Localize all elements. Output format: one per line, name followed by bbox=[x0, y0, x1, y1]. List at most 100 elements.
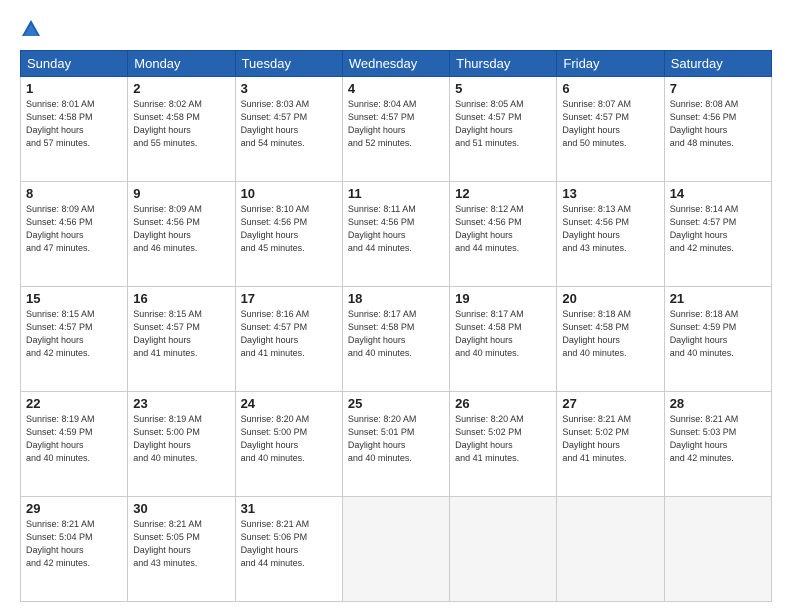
day-number: 10 bbox=[241, 186, 337, 201]
day-number: 2 bbox=[133, 81, 229, 96]
day-number: 8 bbox=[26, 186, 122, 201]
calendar-cell: 13 Sunrise: 8:13 AM Sunset: 4:56 PM Dayl… bbox=[557, 182, 664, 287]
calendar-cell: 21 Sunrise: 8:18 AM Sunset: 4:59 PM Dayl… bbox=[664, 287, 771, 392]
day-number: 15 bbox=[26, 291, 122, 306]
weekday-header-friday: Friday bbox=[557, 51, 664, 77]
weekday-header-saturday: Saturday bbox=[664, 51, 771, 77]
day-number: 31 bbox=[241, 501, 337, 516]
calendar-cell: 11 Sunrise: 8:11 AM Sunset: 4:56 PM Dayl… bbox=[342, 182, 449, 287]
weekday-header-thursday: Thursday bbox=[450, 51, 557, 77]
calendar-cell: 23 Sunrise: 8:19 AM Sunset: 5:00 PM Dayl… bbox=[128, 392, 235, 497]
calendar-cell: 27 Sunrise: 8:21 AM Sunset: 5:02 PM Dayl… bbox=[557, 392, 664, 497]
day-info: Sunrise: 8:15 AM Sunset: 4:57 PM Dayligh… bbox=[26, 309, 95, 358]
day-info: Sunrise: 8:21 AM Sunset: 5:03 PM Dayligh… bbox=[670, 414, 739, 463]
day-info: Sunrise: 8:21 AM Sunset: 5:05 PM Dayligh… bbox=[133, 519, 202, 568]
day-number: 24 bbox=[241, 396, 337, 411]
day-info: Sunrise: 8:03 AM Sunset: 4:57 PM Dayligh… bbox=[241, 99, 310, 148]
day-number: 19 bbox=[455, 291, 551, 306]
calendar-cell: 18 Sunrise: 8:17 AM Sunset: 4:58 PM Dayl… bbox=[342, 287, 449, 392]
week-row-5: 29 Sunrise: 8:21 AM Sunset: 5:04 PM Dayl… bbox=[21, 497, 772, 602]
week-row-4: 22 Sunrise: 8:19 AM Sunset: 4:59 PM Dayl… bbox=[21, 392, 772, 497]
calendar-table: SundayMondayTuesdayWednesdayThursdayFrid… bbox=[20, 50, 772, 602]
weekday-header-tuesday: Tuesday bbox=[235, 51, 342, 77]
day-number: 3 bbox=[241, 81, 337, 96]
week-row-1: 1 Sunrise: 8:01 AM Sunset: 4:58 PM Dayli… bbox=[21, 77, 772, 182]
day-number: 25 bbox=[348, 396, 444, 411]
day-info: Sunrise: 8:11 AM Sunset: 4:56 PM Dayligh… bbox=[348, 204, 416, 253]
calendar-cell: 22 Sunrise: 8:19 AM Sunset: 4:59 PM Dayl… bbox=[21, 392, 128, 497]
day-number: 27 bbox=[562, 396, 658, 411]
logo-icon bbox=[20, 18, 42, 40]
header bbox=[20, 18, 772, 40]
calendar-cell: 15 Sunrise: 8:15 AM Sunset: 4:57 PM Dayl… bbox=[21, 287, 128, 392]
page: SundayMondayTuesdayWednesdayThursdayFrid… bbox=[0, 0, 792, 612]
calendar-cell: 29 Sunrise: 8:21 AM Sunset: 5:04 PM Dayl… bbox=[21, 497, 128, 602]
day-number: 23 bbox=[133, 396, 229, 411]
calendar-cell: 3 Sunrise: 8:03 AM Sunset: 4:57 PM Dayli… bbox=[235, 77, 342, 182]
calendar-cell bbox=[342, 497, 449, 602]
day-number: 18 bbox=[348, 291, 444, 306]
day-number: 29 bbox=[26, 501, 122, 516]
day-info: Sunrise: 8:14 AM Sunset: 4:57 PM Dayligh… bbox=[670, 204, 739, 253]
day-info: Sunrise: 8:19 AM Sunset: 4:59 PM Dayligh… bbox=[26, 414, 95, 463]
day-info: Sunrise: 8:21 AM Sunset: 5:06 PM Dayligh… bbox=[241, 519, 310, 568]
calendar-cell: 31 Sunrise: 8:21 AM Sunset: 5:06 PM Dayl… bbox=[235, 497, 342, 602]
day-number: 20 bbox=[562, 291, 658, 306]
day-number: 4 bbox=[348, 81, 444, 96]
calendar-cell: 17 Sunrise: 8:16 AM Sunset: 4:57 PM Dayl… bbox=[235, 287, 342, 392]
day-info: Sunrise: 8:18 AM Sunset: 4:58 PM Dayligh… bbox=[562, 309, 631, 358]
day-info: Sunrise: 8:09 AM Sunset: 4:56 PM Dayligh… bbox=[133, 204, 202, 253]
calendar-cell: 10 Sunrise: 8:10 AM Sunset: 4:56 PM Dayl… bbox=[235, 182, 342, 287]
day-number: 13 bbox=[562, 186, 658, 201]
day-number: 9 bbox=[133, 186, 229, 201]
day-info: Sunrise: 8:21 AM Sunset: 5:02 PM Dayligh… bbox=[562, 414, 631, 463]
day-info: Sunrise: 8:10 AM Sunset: 4:56 PM Dayligh… bbox=[241, 204, 310, 253]
day-number: 21 bbox=[670, 291, 766, 306]
day-info: Sunrise: 8:17 AM Sunset: 4:58 PM Dayligh… bbox=[348, 309, 417, 358]
calendar-cell: 20 Sunrise: 8:18 AM Sunset: 4:58 PM Dayl… bbox=[557, 287, 664, 392]
calendar-cell: 25 Sunrise: 8:20 AM Sunset: 5:01 PM Dayl… bbox=[342, 392, 449, 497]
calendar-cell: 2 Sunrise: 8:02 AM Sunset: 4:58 PM Dayli… bbox=[128, 77, 235, 182]
day-number: 16 bbox=[133, 291, 229, 306]
day-info: Sunrise: 8:20 AM Sunset: 5:00 PM Dayligh… bbox=[241, 414, 310, 463]
calendar-cell: 7 Sunrise: 8:08 AM Sunset: 4:56 PM Dayli… bbox=[664, 77, 771, 182]
logo bbox=[20, 18, 46, 40]
day-number: 5 bbox=[455, 81, 551, 96]
day-info: Sunrise: 8:07 AM Sunset: 4:57 PM Dayligh… bbox=[562, 99, 631, 148]
day-info: Sunrise: 8:15 AM Sunset: 4:57 PM Dayligh… bbox=[133, 309, 202, 358]
calendar-cell: 26 Sunrise: 8:20 AM Sunset: 5:02 PM Dayl… bbox=[450, 392, 557, 497]
calendar-cell: 19 Sunrise: 8:17 AM Sunset: 4:58 PM Dayl… bbox=[450, 287, 557, 392]
calendar-cell bbox=[664, 497, 771, 602]
day-info: Sunrise: 8:08 AM Sunset: 4:56 PM Dayligh… bbox=[670, 99, 739, 148]
weekday-header-wednesday: Wednesday bbox=[342, 51, 449, 77]
weekday-header-row: SundayMondayTuesdayWednesdayThursdayFrid… bbox=[21, 51, 772, 77]
calendar-cell: 1 Sunrise: 8:01 AM Sunset: 4:58 PM Dayli… bbox=[21, 77, 128, 182]
calendar-cell: 8 Sunrise: 8:09 AM Sunset: 4:56 PM Dayli… bbox=[21, 182, 128, 287]
day-info: Sunrise: 8:02 AM Sunset: 4:58 PM Dayligh… bbox=[133, 99, 202, 148]
calendar-cell: 6 Sunrise: 8:07 AM Sunset: 4:57 PM Dayli… bbox=[557, 77, 664, 182]
day-number: 12 bbox=[455, 186, 551, 201]
day-number: 7 bbox=[670, 81, 766, 96]
calendar-cell: 28 Sunrise: 8:21 AM Sunset: 5:03 PM Dayl… bbox=[664, 392, 771, 497]
week-row-3: 15 Sunrise: 8:15 AM Sunset: 4:57 PM Dayl… bbox=[21, 287, 772, 392]
calendar-cell: 24 Sunrise: 8:20 AM Sunset: 5:00 PM Dayl… bbox=[235, 392, 342, 497]
day-number: 30 bbox=[133, 501, 229, 516]
weekday-header-sunday: Sunday bbox=[21, 51, 128, 77]
calendar-cell: 4 Sunrise: 8:04 AM Sunset: 4:57 PM Dayli… bbox=[342, 77, 449, 182]
day-info: Sunrise: 8:16 AM Sunset: 4:57 PM Dayligh… bbox=[241, 309, 310, 358]
calendar-cell bbox=[557, 497, 664, 602]
day-number: 22 bbox=[26, 396, 122, 411]
weekday-header-monday: Monday bbox=[128, 51, 235, 77]
day-info: Sunrise: 8:20 AM Sunset: 5:02 PM Dayligh… bbox=[455, 414, 524, 463]
day-number: 11 bbox=[348, 186, 444, 201]
day-info: Sunrise: 8:09 AM Sunset: 4:56 PM Dayligh… bbox=[26, 204, 95, 253]
calendar-cell: 14 Sunrise: 8:14 AM Sunset: 4:57 PM Dayl… bbox=[664, 182, 771, 287]
day-info: Sunrise: 8:19 AM Sunset: 5:00 PM Dayligh… bbox=[133, 414, 202, 463]
week-row-2: 8 Sunrise: 8:09 AM Sunset: 4:56 PM Dayli… bbox=[21, 182, 772, 287]
day-number: 17 bbox=[241, 291, 337, 306]
day-info: Sunrise: 8:17 AM Sunset: 4:58 PM Dayligh… bbox=[455, 309, 524, 358]
day-number: 6 bbox=[562, 81, 658, 96]
calendar-cell: 5 Sunrise: 8:05 AM Sunset: 4:57 PM Dayli… bbox=[450, 77, 557, 182]
day-info: Sunrise: 8:21 AM Sunset: 5:04 PM Dayligh… bbox=[26, 519, 95, 568]
day-info: Sunrise: 8:18 AM Sunset: 4:59 PM Dayligh… bbox=[670, 309, 739, 358]
